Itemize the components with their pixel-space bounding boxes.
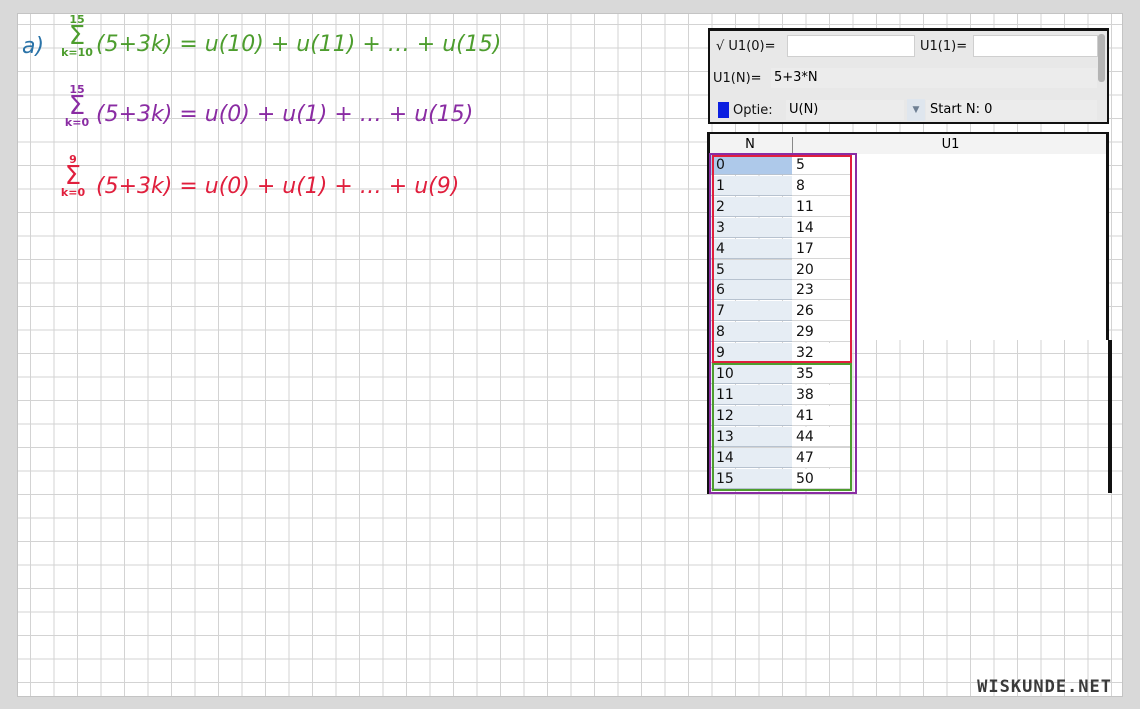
table-right-border [1106, 132, 1109, 340]
sum-sigma-2: 15 Σ k=0 [64, 83, 90, 129]
column-header-u1[interactable]: U1 [792, 137, 1109, 152]
option-select[interactable]: U(N) [785, 99, 905, 121]
formula-label: U1(N)= [713, 71, 762, 86]
u1-input[interactable] [973, 35, 1098, 57]
sum-expression-2: (5+3k) = u(0) + u(1) + … + u(15) [96, 102, 474, 127]
chevron-down-icon[interactable]: ▼ [907, 99, 925, 121]
u1-label: U1(1)= [920, 39, 968, 54]
panel-scrollbar[interactable] [1098, 34, 1105, 82]
red-range-box [712, 155, 852, 363]
option-label: Optie: [733, 103, 773, 118]
green-range-box [712, 363, 852, 491]
u0-input[interactable] [787, 35, 915, 57]
site-watermark: WISKUNDE.NET [977, 677, 1112, 697]
series-color-swatch[interactable] [718, 102, 729, 118]
start-n-field[interactable]: Start N: 0 [925, 99, 1098, 121]
sum-expression-3: (5+3k) = u(0) + u(1) + … + u(9) [96, 174, 460, 199]
sum-sigma-1: 15 Σ k=10 [61, 13, 93, 59]
start-n-label: Start N: [930, 102, 980, 117]
u0-label: √ U1(0)= [716, 39, 776, 54]
sequence-editor-panel: √ U1(0)= U1(1)= U1(N)= 5+3*N Optie: U(N)… [708, 28, 1109, 124]
start-n-value: 0 [984, 102, 993, 117]
sum-expression-1: (5+3k) = u(10) + u(11) + … + u(15) [96, 32, 502, 57]
table-right-border-lower [1108, 340, 1112, 493]
formula-input[interactable]: 5+3*N [770, 67, 1098, 89]
part-label: a) [22, 34, 45, 59]
sum-sigma-3: 9 Σ k=0 [60, 153, 86, 199]
